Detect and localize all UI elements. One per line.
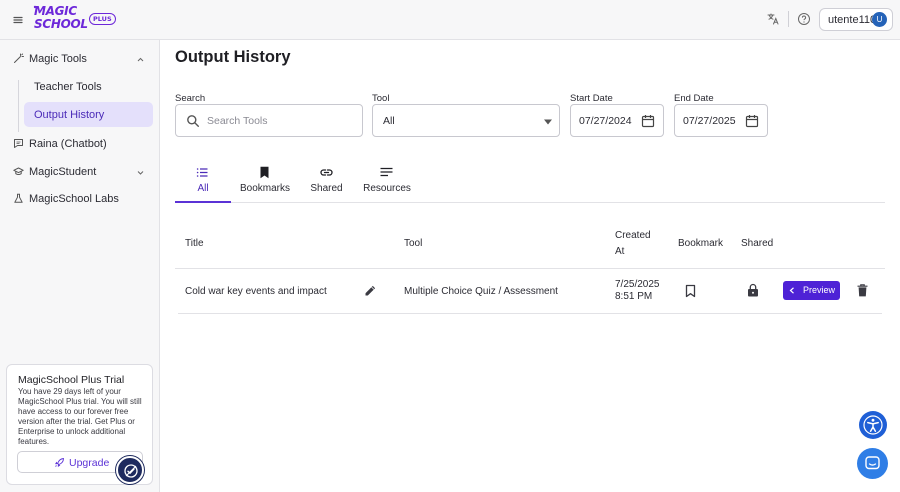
row-time: 8:51 PM [615,291,653,302]
tab-resources[interactable]: Resources [360,164,414,202]
help-icon[interactable] [797,12,811,26]
search-placeholder: Search Tools [207,115,268,127]
row-date: 7/25/2025 [615,279,660,290]
trial-description: You have 29 days left of your MagicSchoo… [18,387,142,446]
sidebar-item-raina[interactable]: Raina (Chatbot) [8,132,154,156]
row-tool: Multiple Choice Quiz / Assessment [404,286,558,297]
rocket-icon [55,458,64,467]
tab-shared[interactable]: Shared [304,164,349,202]
tab-label: Bookmarks [239,183,290,194]
header-divider [788,11,789,27]
logo-line-2: SCHOOL [34,17,88,31]
trial-title: MagicSchool Plus Trial [18,374,125,386]
sidebar-item-label: Magic Tools [29,53,87,65]
preview-label: Preview [803,285,836,295]
row-created-at: 7/25/2025 8:51 PM [615,279,660,302]
chat-bubble-icon [865,456,880,470]
sidebar-item-teacher-tools[interactable]: Teacher Tools [24,74,153,99]
trash-icon[interactable] [857,284,868,297]
chevron-left-icon [789,287,794,294]
sidebar-item-label: Teacher Tools [34,81,102,93]
magicschool-logo[interactable]: MAGIC SCHOOL PLUS [33,5,118,35]
user-name: utente110 [828,14,877,26]
list-icon [196,168,208,177]
end-date-field[interactable]: 07/27/2025 [674,104,768,137]
sidebar-item-label: Output History [34,109,105,121]
search-label: Search [175,93,206,104]
upgrade-label: Upgrade [69,457,110,469]
chevron-up-icon[interactable] [136,55,145,64]
plus-badge: PLUS [89,13,116,25]
sidebar-item-label: MagicSchool Labs [29,193,119,205]
calendar-icon[interactable] [745,114,759,128]
sidebar: Magic Tools Teacher Tools Output History… [0,40,160,492]
avatar: U [872,12,887,27]
start-date-label: Start Date [570,93,613,104]
bookmark-icon [260,166,269,179]
tool-select-value: All [383,115,395,127]
tab-all[interactable]: All [175,164,231,202]
header-line: At [615,246,625,257]
start-date-value: 07/27/2024 [579,115,632,127]
accessibility-icon [863,415,883,435]
lock-icon[interactable] [747,283,759,297]
sidebar-item-magicstudent[interactable]: MagicStudent [8,160,154,184]
calendar-icon[interactable] [641,114,655,128]
sidebar-item-magic-tools[interactable]: Magic Tools [8,47,154,71]
search-input[interactable]: Search Tools [175,104,363,137]
end-date-value: 07/27/2025 [683,115,736,127]
end-date-label: End Date [674,93,714,104]
link-icon [320,169,333,176]
column-header-bookmark: Bookmark [678,238,724,249]
sidebar-item-label: MagicStudent [29,166,97,178]
accessibility-button[interactable] [859,411,887,439]
search-icon [187,115,199,127]
menu-icon[interactable] [11,13,25,27]
top-bar: MAGIC SCHOOL PLUS utente110 U [0,0,900,40]
row-title[interactable]: Cold war key events and impact [185,286,327,297]
column-header-title: Title [185,238,204,249]
table-row-divider [178,313,882,314]
submenu-line [18,80,19,132]
logo-line-1: MAGIC [34,4,77,18]
magic-wand-icon [14,53,24,63]
tab-bookmarks[interactable]: Bookmarks [236,164,294,202]
cookie-settings-button[interactable] [116,456,144,484]
column-header-shared: Shared [741,238,774,249]
user-menu-button[interactable]: utente110 U [819,8,893,31]
column-header-tool: Tool [404,238,423,249]
column-header-created-at: Created At [615,230,651,257]
notes-icon [380,167,393,177]
support-chat-button[interactable] [857,448,888,479]
bookmark-outline-icon[interactable] [684,284,697,298]
active-tab-indicator [175,201,231,203]
cookie-preferences-icon [124,464,138,478]
chevron-down-icon[interactable] [136,168,145,177]
table-header-divider [175,268,885,269]
preview-button[interactable]: Preview [783,281,840,300]
logo-text: MAGIC SCHOOL [34,5,88,30]
sidebar-item-output-history[interactable]: Output History [24,102,153,127]
tab-label: All [197,183,209,194]
tool-select[interactable]: All [372,104,560,137]
tabs-divider [175,202,885,203]
chat-icon [14,139,23,148]
edit-pencil-icon[interactable] [364,284,377,297]
tab-label: Shared [310,183,343,194]
tool-label: Tool [372,93,390,104]
translate-icon[interactable] [766,12,780,26]
dropdown-caret-icon [544,119,552,125]
page-title: Output History [175,48,291,66]
sidebar-item-labs[interactable]: MagicSchool Labs [8,187,154,211]
tab-label: Resources [363,183,411,194]
graduation-cap-icon [13,167,24,175]
start-date-field[interactable]: 07/27/2024 [570,104,664,137]
header-line: Created [615,230,651,241]
flask-icon [14,193,23,203]
sidebar-item-label: Raina (Chatbot) [29,138,107,150]
